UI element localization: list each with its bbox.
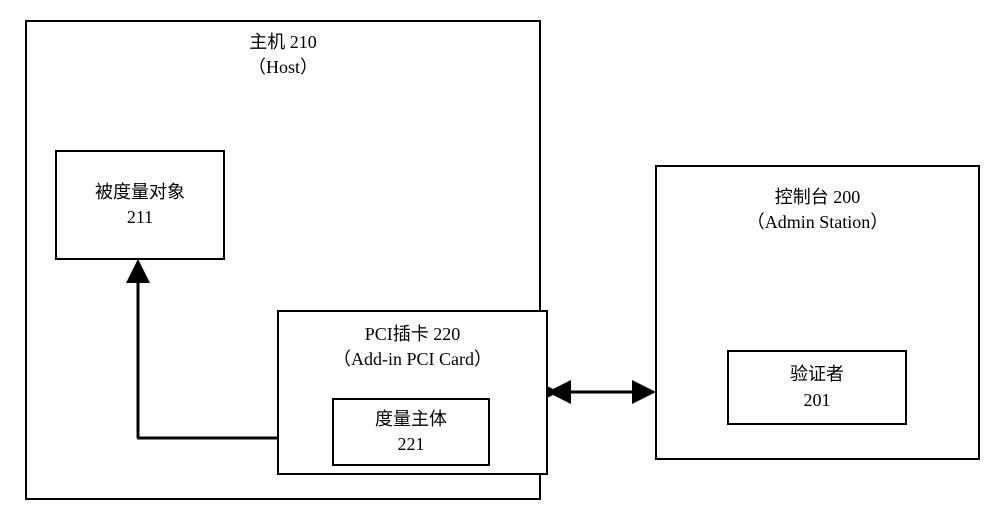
measured-object-box: 被度量对象 211 (55, 150, 225, 260)
agent-num: 221 (334, 432, 488, 457)
verifier-title-zh: 验证者 (729, 362, 905, 387)
measurement-agent-box: 度量主体 221 (332, 398, 490, 466)
pci-title-zh: PCI插卡 220 (279, 322, 546, 347)
console-label: 控制台 200 （Admin Station） (657, 185, 978, 235)
verifier-label: 验证者 201 (729, 362, 905, 412)
agent-label: 度量主体 221 (334, 407, 488, 457)
verifier-box: 验证者 201 (727, 350, 907, 425)
measured-title-zh: 被度量对象 (57, 180, 223, 205)
console-title-zh: 控制台 200 (657, 185, 978, 210)
agent-title-zh: 度量主体 (334, 407, 488, 432)
host-label: 主机 210 （Host） (27, 30, 539, 80)
pci-label: PCI插卡 220 （Add-in PCI Card） (279, 322, 546, 372)
pci-title-en: （Add-in PCI Card） (279, 347, 546, 372)
measured-label: 被度量对象 211 (57, 180, 223, 230)
console-title-en: （Admin Station） (657, 210, 978, 235)
host-title-zh: 主机 210 (27, 30, 539, 55)
host-title-en: （Host） (27, 55, 539, 80)
verifier-num: 201 (729, 388, 905, 413)
measured-num: 211 (57, 205, 223, 230)
